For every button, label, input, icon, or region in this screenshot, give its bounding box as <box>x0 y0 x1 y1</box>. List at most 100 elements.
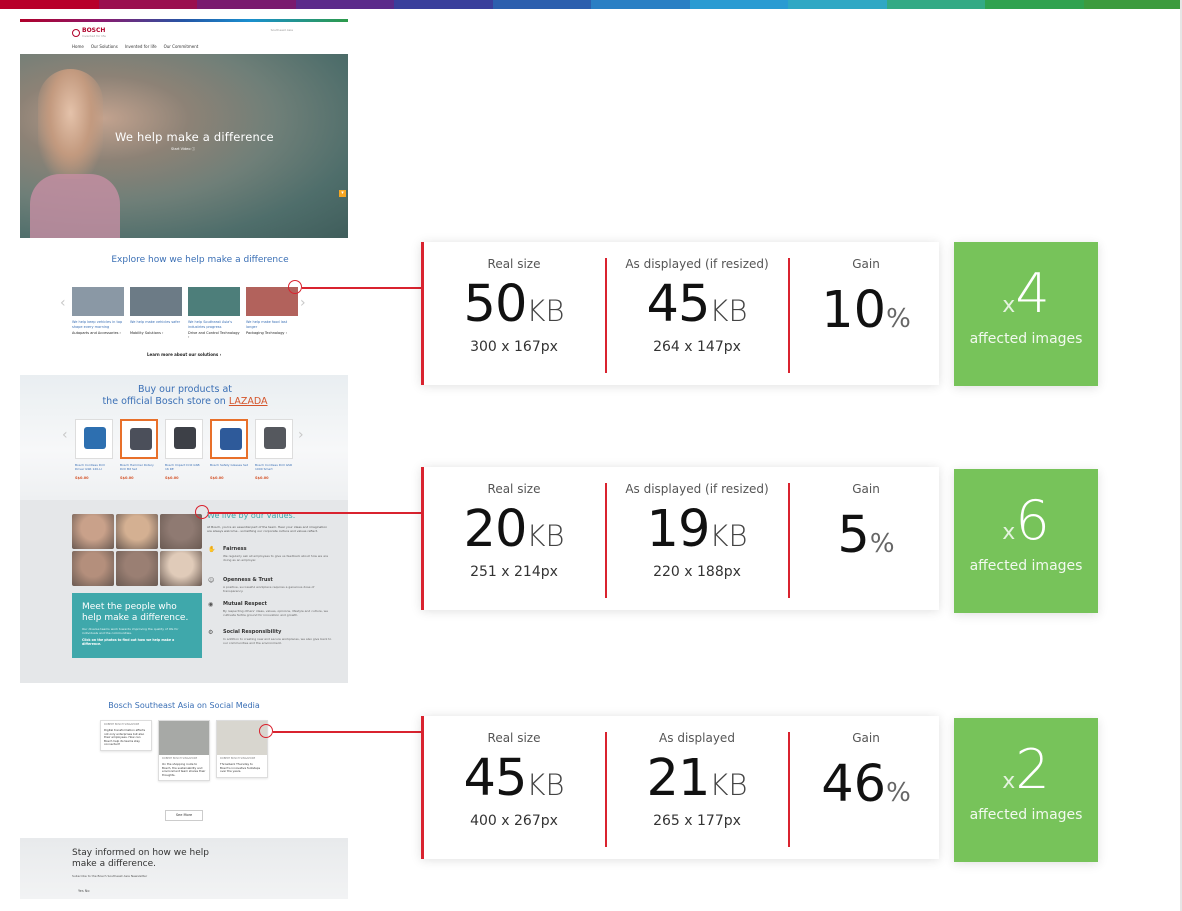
real-size-value: 45 <box>463 749 528 808</box>
connector-marker <box>195 505 209 519</box>
product-card[interactable] <box>165 419 203 459</box>
top-bar-segment <box>394 0 493 9</box>
multiplier-x: x <box>1002 769 1016 794</box>
connector-line <box>273 731 421 733</box>
meet-subtitle: Our diverse teams work towards improving… <box>82 627 179 635</box>
site-header: BOSCH Invented for life Southeast Asia H… <box>20 22 348 54</box>
real-size-unit: KB <box>526 294 565 328</box>
site-nav: Home Our Solutions Invented for life Our… <box>72 44 198 49</box>
tile-link[interactable]: Packaging Technology › <box>246 331 298 335</box>
person-photo[interactable] <box>72 551 114 586</box>
hand-icon: ✋ <box>208 546 216 553</box>
displayed-size-label: As displayed (if resized) <box>625 257 769 271</box>
site-logo[interactable]: BOSCH <box>82 27 105 34</box>
product-caption[interactable]: Bosch Hammer Rotary Drill Bit Set <box>120 463 158 471</box>
nav-invented-for-life[interactable]: Invented for life <box>125 44 157 49</box>
nav-home[interactable]: Home <box>72 44 84 49</box>
product-card[interactable] <box>210 419 248 459</box>
newsletter-options[interactable]: Yes No <box>78 889 90 893</box>
carousel-prev-icon[interactable]: ‹ <box>62 427 68 443</box>
displayed-size-value: 19 <box>646 500 711 559</box>
value-text: In addition to creating new and secure w… <box>223 637 332 645</box>
social-title: Bosch Southeast Asia on Social Media <box>108 701 260 710</box>
carousel-next-icon[interactable]: › <box>300 295 306 311</box>
meet-the-people-box: Meet the people who help make a differen… <box>72 593 202 658</box>
solution-tile[interactable]: We help keep vehicles in top shape every… <box>72 287 124 339</box>
product-price: S$0.00 <box>165 476 179 480</box>
lazada-logo[interactable]: LAZADA <box>229 396 268 407</box>
bosch-logo-icon[interactable] <box>72 29 80 37</box>
real-size-value: 50 <box>463 275 528 334</box>
tile-image <box>188 287 240 316</box>
post-text: On the shopping route to Bosch, the sust… <box>162 762 206 777</box>
meet-link[interactable]: Click on the photos to find out how we h… <box>82 638 192 646</box>
top-bar-segment <box>985 0 1084 9</box>
solution-tile[interactable]: We help make vehicles safer Mobility Sol… <box>130 287 182 339</box>
person-photo[interactable] <box>72 514 114 549</box>
values-section: Meet the people who help make a differen… <box>20 500 348 683</box>
top-bar-segment <box>591 0 690 9</box>
real-size-label: Real size <box>487 731 541 745</box>
solution-tile[interactable]: We help Southeast Asia's industries prog… <box>188 287 240 339</box>
product-price: S$0.00 <box>75 476 89 480</box>
newsletter-section: Stay informed on how we help make a diff… <box>20 838 348 899</box>
real-size-label: Real size <box>487 482 541 496</box>
nav-our-commitment[interactable]: Our Commitment <box>164 44 199 49</box>
product-caption[interactable]: Bosch Cordless Drill GSR 1000 Smart <box>255 463 293 471</box>
eye-icon: ◉ <box>208 601 214 608</box>
top-bar-segment <box>886 0 985 9</box>
real-size-column: Real size 50KB 300 x 167px <box>424 242 604 385</box>
gain-label: Gain <box>852 731 880 745</box>
displayed-size-unit: KB <box>709 768 748 802</box>
person-photo[interactable] <box>116 551 158 586</box>
tile-link[interactable]: Drive and Control Technology › <box>188 331 240 339</box>
real-size-value: 20 <box>463 500 528 559</box>
carousel-next-icon[interactable]: › <box>298 427 304 443</box>
product-caption[interactable]: Bosch Cordless Drill Driver GSR 120-LI <box>75 463 113 471</box>
value-text: A positive, successful workplace require… <box>223 585 315 593</box>
product-carousel <box>75 419 293 459</box>
gain-value: 10 <box>821 281 887 340</box>
learn-more-link[interactable]: Learn more about our solutions › <box>147 352 221 357</box>
solution-tile[interactable]: We help make food last longer Packaging … <box>246 287 298 339</box>
buy-title-line1: Buy our products at <box>138 384 232 395</box>
real-size-dimensions: 300 x 167px <box>470 339 558 355</box>
smile-icon: ☺ <box>208 577 215 584</box>
product-price: S$0.00 <box>255 476 269 480</box>
person-photo[interactable] <box>116 514 158 549</box>
buy-title-line2: the official Bosch store on LAZADA <box>70 396 300 408</box>
values-intro: At Bosch, you're an essential part of th… <box>207 525 328 533</box>
see-more-button[interactable]: See More <box>165 810 203 821</box>
person-photo[interactable] <box>160 514 202 549</box>
product-caption[interactable]: Bosch Impact Drill GSB 16 RE <box>165 463 203 471</box>
social-post[interactable]: ROBERT BOSCH SINGAPORE On the shopping r… <box>158 720 210 782</box>
product-card[interactable] <box>255 419 293 459</box>
post-text: Throwback Thursday to Bosch's innovative… <box>220 762 261 774</box>
buy-title-prefix: the official Bosch store on <box>102 396 226 407</box>
image-stat-card: Real size 45KB 400 x 267px As displayed … <box>421 716 939 859</box>
hero-video-link[interactable]: Start Video ⓘ <box>171 147 195 152</box>
top-bar-segment <box>197 0 296 9</box>
nav-our-solutions[interactable]: Our Solutions <box>91 44 118 49</box>
region-selector[interactable]: Southeast Asia <box>271 28 293 32</box>
hero-photo-shirt <box>30 174 120 238</box>
tile-caption: We help make food last longer <box>246 320 288 329</box>
tile-link[interactable]: Autoparts and Accessories › <box>72 331 124 335</box>
value-text: By respecting others' ideas, values, opi… <box>223 609 328 617</box>
social-post[interactable]: ROBERT BOSCH SINGAPORE Digital transform… <box>100 720 152 751</box>
gain-value: 46 <box>821 755 887 814</box>
product-caption[interactable]: Bosch Safety Glasses Set <box>210 463 248 467</box>
post-header: ROBERT BOSCH SINGAPORE <box>162 757 198 760</box>
meet-title: Meet the people who help make a differen… <box>82 602 189 623</box>
affected-images-box: x6 affected images <box>954 469 1098 613</box>
tile-link[interactable]: Mobility Solutions › <box>130 331 182 335</box>
product-card[interactable] <box>120 419 158 459</box>
carousel-prev-icon[interactable]: ‹ <box>60 295 66 311</box>
multiplier-x: x <box>1002 520 1016 545</box>
scroll-down-icon[interactable]: ▾ <box>339 190 346 197</box>
people-photo-grid <box>72 514 202 586</box>
product-card[interactable] <box>75 419 113 459</box>
lazada-store-section: Buy our products at the official Bosch s… <box>20 375 348 500</box>
product-price: S$0.00 <box>120 476 134 480</box>
person-photo[interactable] <box>160 551 202 586</box>
